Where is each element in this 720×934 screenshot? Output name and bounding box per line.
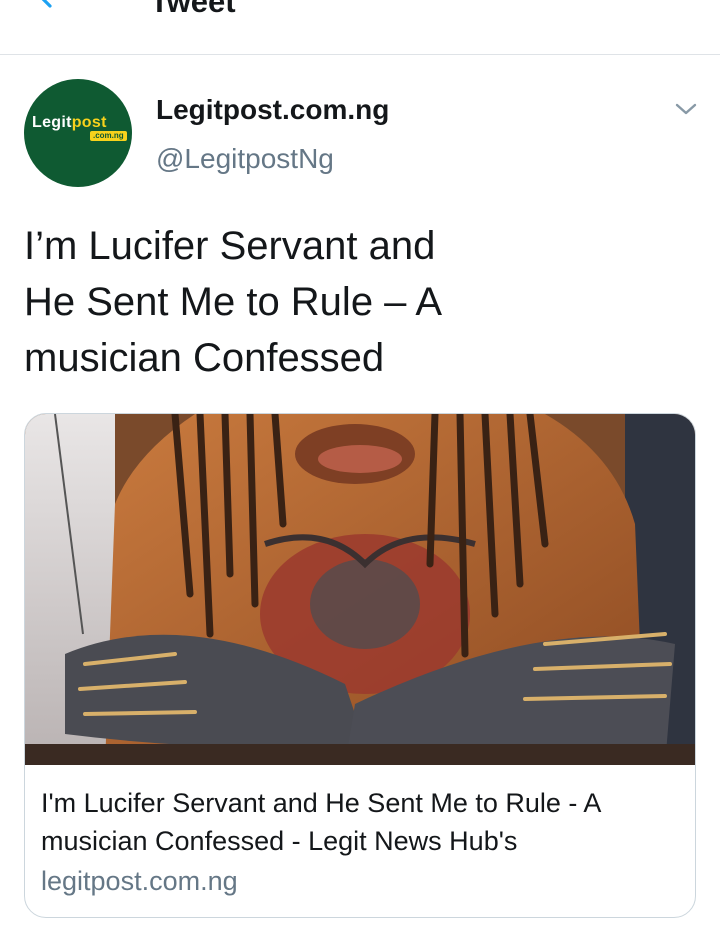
- author-name[interactable]: Legitpost.com.ng: [156, 94, 389, 126]
- card-title: I'm Lucifer Servant and He Sent Me to Ru…: [41, 784, 681, 860]
- tweet-text-line: musician Confessed: [24, 336, 385, 380]
- top-bar: Tweet: [0, 0, 720, 55]
- card-image: [25, 414, 695, 765]
- tweet-options-button[interactable]: [668, 94, 704, 124]
- card-body: I'm Lucifer Servant and He Sent Me to Ru…: [41, 784, 681, 900]
- arrow-left-icon: [41, 0, 52, 8]
- tweet-text-line: He Sent Me to Rule – A: [24, 280, 443, 324]
- back-button[interactable]: [30, 0, 74, 18]
- link-card[interactable]: I'm Lucifer Servant and He Sent Me to Ru…: [24, 413, 696, 918]
- tweet-text: I’m Lucifer Servant and He Sent Me to Ru…: [24, 218, 544, 386]
- avatar-logo: Legitpost: [32, 114, 107, 131]
- card-domain: legitpost.com.ng: [41, 866, 238, 896]
- author-handle[interactable]: @LegitpostNg: [156, 143, 334, 175]
- avatar[interactable]: Legitpost .com.ng: [24, 79, 132, 187]
- avatar-logo-sub: .com.ng: [90, 131, 127, 141]
- tweet-text-line: I’m Lucifer Servant and: [24, 224, 436, 268]
- card-title-line: musician Confessed - Legit News Hub's: [41, 826, 518, 856]
- chevron-down-icon: [675, 103, 697, 115]
- page-title: Tweet: [150, 0, 236, 19]
- card-title-line: I'm Lucifer Servant and He Sent Me to Ru…: [41, 788, 602, 818]
